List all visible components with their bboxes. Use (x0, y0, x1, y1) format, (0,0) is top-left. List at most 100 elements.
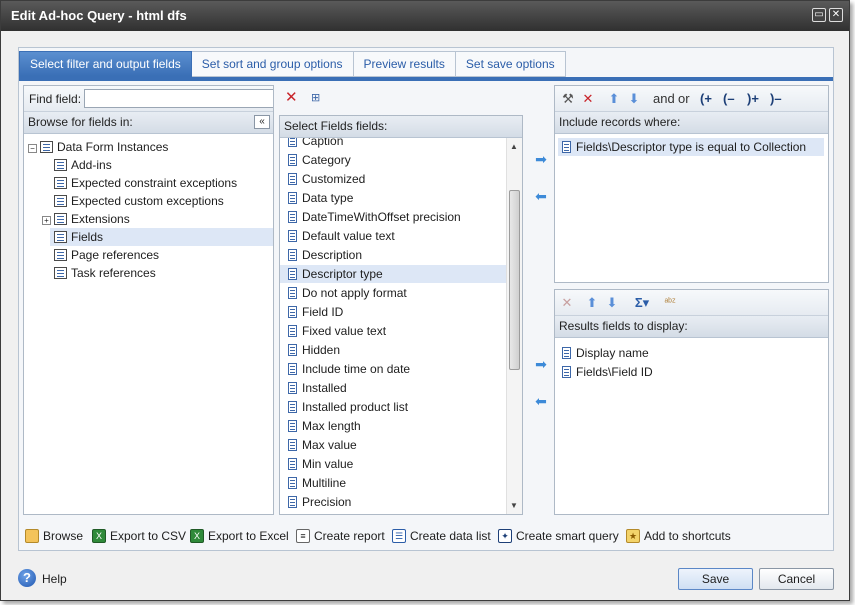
open-paren-minus-button[interactable]: (– (723, 91, 735, 107)
shortcut-icon: ★ (626, 529, 640, 543)
list-item[interactable]: Max length (280, 417, 508, 435)
field-icon (288, 325, 297, 337)
list-item[interactable]: Description (280, 246, 508, 264)
browse-button[interactable]: Browse (25, 528, 83, 544)
collapse-icon[interactable]: « (254, 115, 270, 129)
help-icon[interactable]: ? (18, 569, 36, 587)
close-paren-minus-button[interactable]: )– (770, 91, 782, 107)
list-item[interactable]: Customized (280, 170, 508, 188)
list-item[interactable]: Max value (280, 436, 508, 454)
tree-root[interactable]: − Data Form Instances (28, 138, 168, 156)
results-panel: ✕ ⬆ ⬇ Σ▾ ᵃᵇᶻ Results fields to display: … (554, 289, 829, 515)
results-toolbar: ✕ ⬆ ⬇ Σ▾ ᵃᵇᶻ (555, 290, 828, 316)
collapse-node-icon[interactable]: − (28, 144, 37, 153)
field-icon (288, 173, 297, 185)
list-item[interactable]: Hidden (280, 341, 508, 359)
cancel-button[interactable]: Cancel (759, 568, 834, 590)
move-up-icon[interactable]: ⬆ (607, 91, 621, 107)
tree-item-add-ins[interactable]: Add-ins (54, 156, 112, 174)
tab-sort-group[interactable]: Set sort and group options (191, 51, 354, 77)
tree-item-expected-custom-exceptions[interactable]: Expected custom exceptions (54, 192, 224, 210)
export-csv-button[interactable]: X Export to CSV (92, 528, 186, 544)
field-icon (288, 230, 297, 242)
list-item[interactable]: Caption (280, 138, 508, 150)
list-item[interactable]: Do not apply format (280, 284, 508, 302)
list-item[interactable]: Min value (280, 455, 508, 473)
output-field-item[interactable]: Fields\Field ID (562, 363, 653, 381)
add-filter-arrow-icon[interactable]: ➡ (534, 152, 548, 166)
move-up-icon[interactable]: ⬆ (585, 295, 599, 311)
add-output-arrow-icon[interactable]: ➡ (534, 357, 548, 371)
field-icon (562, 347, 571, 359)
list-item[interactable]: Installed (280, 379, 508, 397)
list-item[interactable]: Data type (280, 189, 508, 207)
browse-panel: Find field: Browse for fields in: « − Dat… (23, 85, 274, 515)
list-item[interactable]: Precision (280, 493, 508, 511)
field-icon (288, 249, 297, 261)
field-icon (288, 344, 297, 356)
field-icon (288, 211, 297, 223)
list-item[interactable]: Default value text (280, 227, 508, 245)
close-icon[interactable]: ✕ (829, 8, 843, 22)
field-icon (288, 496, 297, 508)
tab-preview-results[interactable]: Preview results (353, 51, 456, 77)
select-fields-scrollbar[interactable]: ▲ ▼ (506, 138, 522, 514)
delete-output-icon[interactable]: ✕ (560, 295, 574, 311)
remove-output-arrow-icon[interactable]: ⬅ (534, 394, 548, 408)
create-data-list-button[interactable]: ☰ Create data list (392, 528, 491, 544)
tab-select-filter-output[interactable]: Select filter and output fields (19, 51, 192, 77)
list-item-selected[interactable]: Descriptor type (280, 265, 508, 283)
tab-save-options[interactable]: Set save options (455, 51, 566, 77)
form-icon (54, 177, 67, 189)
expand-node-icon[interactable]: + (42, 216, 51, 225)
list-item[interactable]: Installed product list (280, 398, 508, 416)
list-item[interactable]: Field ID (280, 303, 508, 321)
list-item[interactable]: DateTimeWithOffset precision (280, 208, 508, 226)
list-item[interactable]: Category (280, 151, 508, 169)
scroll-thumb[interactable] (509, 190, 520, 370)
close-paren-plus-button[interactable]: )+ (747, 91, 759, 107)
open-paren-plus-button[interactable]: (+ (700, 91, 712, 107)
add-to-shortcuts-button[interactable]: ★ Add to shortcuts (626, 528, 731, 544)
scroll-up-icon[interactable]: ▲ (510, 142, 518, 151)
move-down-icon[interactable]: ⬇ (627, 91, 641, 107)
tree-item-expected-constraint-exceptions[interactable]: Expected constraint exceptions (54, 174, 237, 192)
tree-item-task-references[interactable]: Task references (54, 264, 156, 282)
csv-icon: X (92, 529, 106, 543)
tree-item-extensions[interactable]: + Extensions (42, 210, 130, 228)
field-icon (288, 363, 297, 375)
clear-find-icon[interactable]: ✕ (285, 90, 298, 106)
filter-settings-icon[interactable]: ⚒ (560, 91, 576, 107)
help-link[interactable]: Help (42, 572, 67, 586)
and-button[interactable]: and (653, 91, 675, 107)
create-smart-query-button[interactable]: ✦ Create smart query (498, 528, 619, 544)
or-button[interactable]: or (678, 91, 690, 107)
tab-underline (19, 77, 833, 81)
field-icon (288, 306, 297, 318)
summarize-icon[interactable]: Σ▾ (631, 295, 653, 311)
scroll-down-icon[interactable]: ▼ (510, 501, 518, 510)
remove-filter-arrow-icon[interactable]: ⬅ (534, 189, 548, 203)
tree-item-page-references[interactable]: Page references (54, 246, 159, 264)
form-icon (54, 159, 67, 171)
save-button[interactable]: Save (678, 568, 753, 590)
delete-filter-icon[interactable]: ✕ (581, 91, 595, 107)
list-item[interactable]: Multiline (280, 474, 508, 492)
create-report-button[interactable]: ≡ Create report (296, 528, 385, 544)
list-item[interactable]: Fixed value text (280, 322, 508, 340)
filter-criteria-item[interactable]: Fields\Descriptor type is equal to Colle… (558, 138, 824, 156)
tree-view-icon[interactable]: ⊞ (311, 90, 320, 106)
data-list-icon: ☰ (392, 529, 406, 543)
export-excel-button[interactable]: X Export to Excel (190, 528, 289, 544)
tree-item-fields[interactable]: Fields (50, 228, 273, 246)
move-down-icon[interactable]: ⬇ (605, 295, 619, 311)
find-field-input[interactable] (84, 89, 273, 108)
action-bar: Browse X Export to CSV X Export to Excel ≡… (18, 520, 834, 550)
report-icon: ≡ (296, 529, 310, 543)
excel-icon: X (190, 529, 204, 543)
output-field-item[interactable]: Display name (562, 344, 649, 362)
maximize-icon[interactable]: ▭ (812, 8, 826, 22)
list-item[interactable]: Include time on date (280, 360, 508, 378)
rename-icon[interactable]: ᵃᵇᶻ (661, 295, 679, 311)
tab-strip: Select filter and output fields Set sort… (19, 51, 566, 77)
